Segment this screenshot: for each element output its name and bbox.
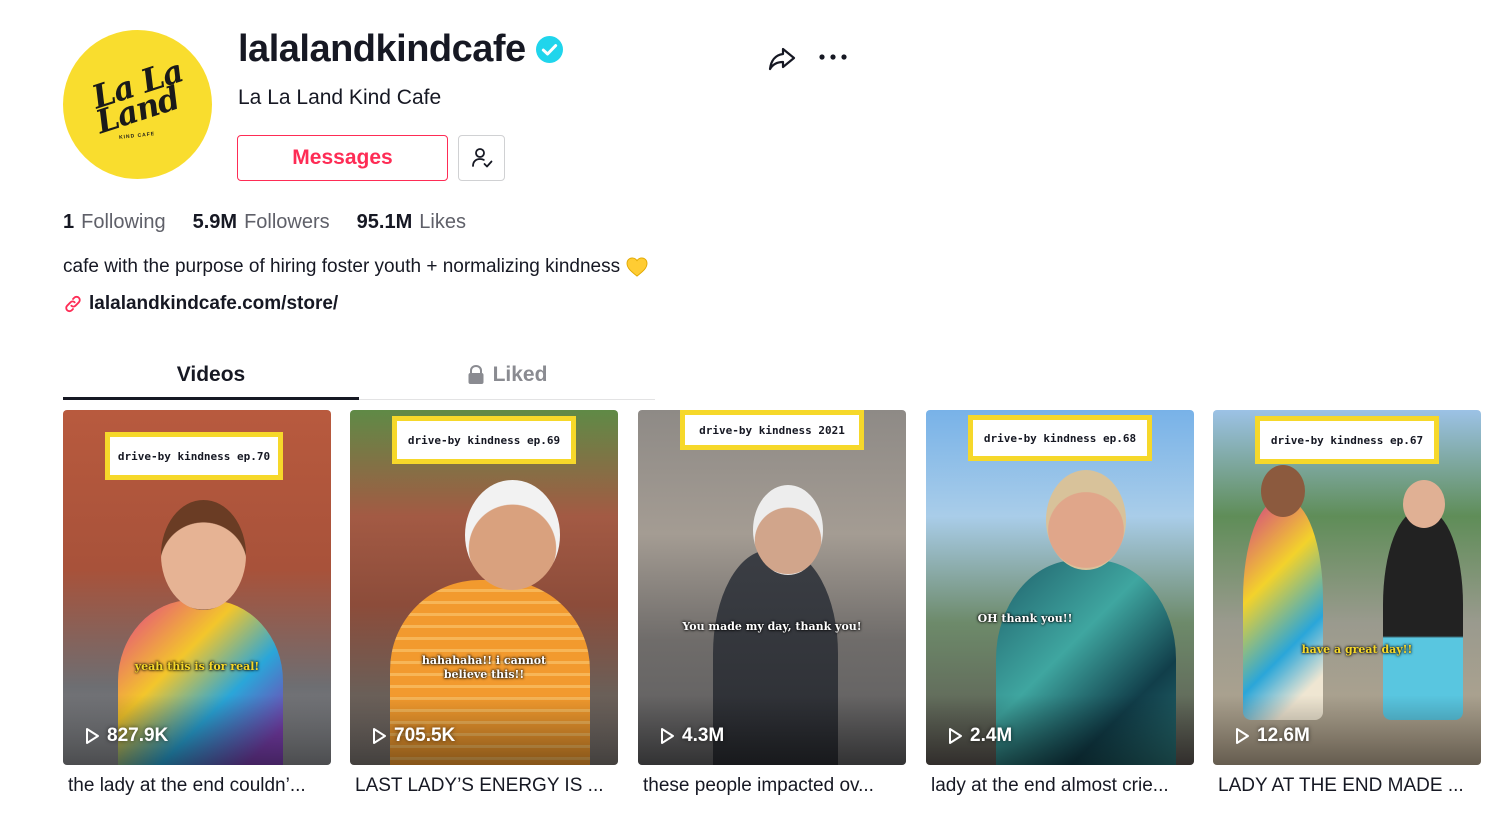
- share-arrow-icon: [768, 47, 796, 71]
- username-row: lalalandkindcafe: [238, 28, 563, 71]
- video-banner: drive-by kindness ep.69: [392, 416, 576, 464]
- video-description[interactable]: these people impacted ov...: [638, 775, 906, 797]
- video-view-count: 2.4M: [946, 725, 1012, 747]
- likes-stat: 95.1M Likes: [357, 211, 466, 234]
- person-check-icon: [471, 148, 492, 168]
- yellow-heart-emoji-icon: [626, 257, 648, 277]
- following-stat[interactable]: 1 Following: [63, 211, 166, 234]
- share-button[interactable]: [765, 42, 799, 76]
- video-view-count: 4.3M: [658, 725, 724, 747]
- video-thumbnail[interactable]: drive-by kindness ep.67 have a great day…: [1213, 410, 1481, 765]
- video-thumbnail[interactable]: drive-by kindness ep.70 yeah this is for…: [63, 410, 331, 765]
- messages-button[interactable]: Messages: [237, 135, 448, 181]
- video-views: 827.9K: [107, 725, 169, 746]
- video-banner: drive-by kindness ep.70: [105, 432, 283, 480]
- video-card[interactable]: drive-by kindness ep.67 have a great day…: [1213, 410, 1481, 797]
- video-description[interactable]: LAST LADY’S ENERGY IS ...: [350, 775, 618, 797]
- video-card[interactable]: drive-by kindness 2021 You made my day, …: [638, 410, 906, 797]
- tab-videos-label: Videos: [176, 362, 246, 386]
- profile-link[interactable]: lalalandkindcafe.com/store/: [89, 293, 338, 315]
- profile-nickname: La La Land Kind Cafe: [238, 86, 442, 109]
- play-icon: [1236, 728, 1249, 744]
- video-views: 705.5K: [394, 725, 456, 746]
- link-chain-icon: [65, 295, 81, 313]
- ellipsis-icon: [819, 54, 847, 60]
- video-card[interactable]: drive-by kindness ep.68 OH thank you!! 2…: [926, 410, 1194, 797]
- video-caption: OH thank you!!: [977, 612, 1073, 625]
- lock-icon: [468, 364, 484, 384]
- following-count: 1: [63, 211, 75, 233]
- video-view-count: 705.5K: [370, 725, 455, 747]
- video-description[interactable]: lady at the end almost crie...: [926, 775, 1194, 797]
- tab-liked-label: Liked: [492, 362, 548, 386]
- profile-username: lalalandkindcafe: [238, 28, 526, 70]
- video-thumbnail[interactable]: drive-by kindness ep.69 hahahaha!! i can…: [350, 410, 618, 765]
- video-thumbnail[interactable]: drive-by kindness 2021 You made my day, …: [638, 410, 906, 765]
- video-card[interactable]: drive-by kindness ep.70 yeah this is for…: [63, 410, 331, 797]
- likes-label: Likes: [419, 211, 466, 233]
- verified-badge-icon: [535, 36, 563, 63]
- play-icon: [949, 728, 962, 744]
- likes-count: 95.1M: [356, 211, 413, 233]
- video-view-count: 12.6M: [1233, 725, 1310, 747]
- play-icon: [373, 728, 386, 744]
- profile-tabs: Videos Liked: [63, 350, 655, 400]
- video-view-count: 827.9K: [83, 725, 168, 747]
- video-banner: drive-by kindness 2021: [680, 410, 864, 450]
- video-description[interactable]: the lady at the end couldn’...: [63, 775, 331, 797]
- play-icon: [86, 728, 99, 744]
- profile-stats: 1 Following 5.9M Followers 95.1M Likes: [63, 211, 493, 234]
- video-views: 12.6M: [1257, 725, 1310, 746]
- video-card[interactable]: drive-by kindness ep.69 hahahaha!! i can…: [350, 410, 618, 797]
- video-description[interactable]: LADY AT THE END MADE ...: [1213, 775, 1481, 797]
- video-views: 4.3M: [682, 725, 725, 746]
- bio-text: cafe with the purpose of hiring foster y…: [63, 256, 621, 277]
- play-icon: [661, 728, 674, 744]
- following-label: Following: [81, 211, 166, 233]
- tab-videos[interactable]: Videos: [63, 350, 359, 400]
- profile-link-row[interactable]: lalalandkindcafe.com/store/: [63, 293, 338, 315]
- video-thumbnail[interactable]: drive-by kindness ep.68 OH thank you!! 2…: [926, 410, 1194, 765]
- followers-label: Followers: [244, 211, 330, 233]
- followers-stat[interactable]: 5.9M Followers: [193, 211, 330, 234]
- video-views: 2.4M: [970, 725, 1013, 746]
- tab-liked[interactable]: Liked: [359, 350, 655, 399]
- more-options-button[interactable]: [816, 42, 850, 72]
- following-status-button[interactable]: [458, 135, 505, 181]
- video-banner: drive-by kindness ep.68: [968, 415, 1152, 461]
- video-caption: have a great day!!: [1301, 643, 1413, 656]
- video-banner: drive-by kindness ep.67: [1255, 416, 1439, 464]
- video-caption: yeah this is for real!: [134, 660, 260, 673]
- video-caption: hahahaha!! i cannot believe this!!: [421, 654, 547, 681]
- profile-bio: cafe with the purpose of hiring foster y…: [63, 256, 648, 278]
- profile-avatar[interactable]: La La Land KIND CAFE: [63, 30, 212, 179]
- followers-count: 5.9M: [192, 211, 238, 233]
- video-caption: You made my day, thank you!: [682, 620, 862, 633]
